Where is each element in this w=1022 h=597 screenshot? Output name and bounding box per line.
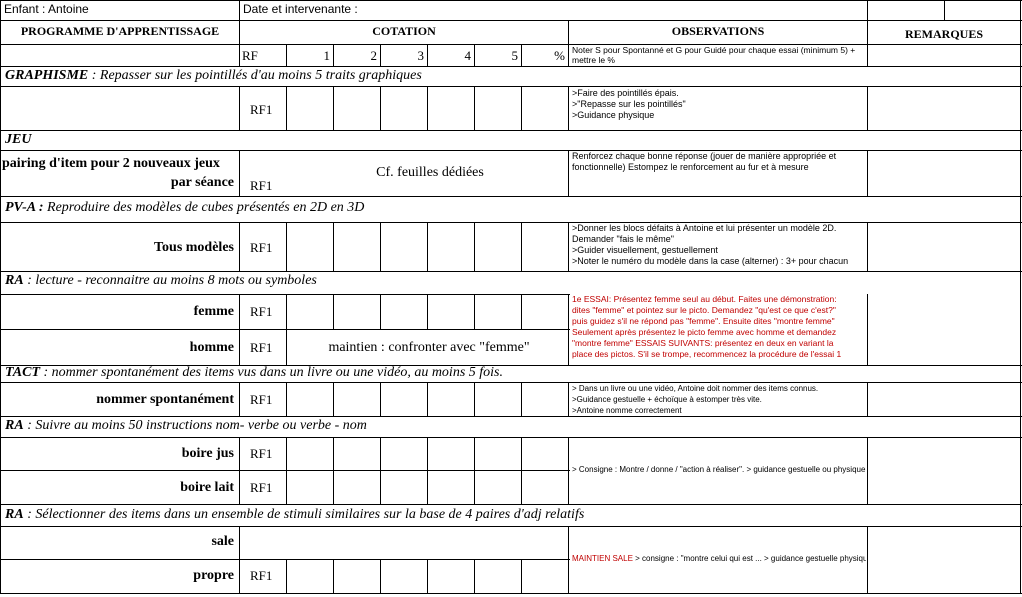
row-label-nommer-spontanement: nommer spontanément bbox=[96, 392, 234, 407]
observation-line: Seulement après présentez le picto femme… bbox=[572, 327, 837, 337]
child-name: Enfant : Antoine bbox=[4, 2, 89, 16]
row-label-propre: propre bbox=[193, 568, 234, 583]
rf-cell: RF1 bbox=[250, 340, 273, 355]
observation-line: > Dans un livre ou une vidéo, Antoine do… bbox=[572, 384, 819, 393]
observation-line: 1e ESSAI: Présentez femme seul au début.… bbox=[572, 294, 837, 304]
section-title: PV-A : bbox=[5, 200, 44, 215]
section-desc: : Suivre au moins 50 instructions nom- v… bbox=[23, 418, 367, 433]
section-pva: PV-A : Reproduire des modèles de cubes p… bbox=[2, 200, 702, 218]
row-label-tous-modeles: Tous modèles bbox=[153, 240, 234, 255]
row-label-boire-jus: boire jus bbox=[181, 446, 234, 461]
section-tact: TACT : nommer spontanément des items vus… bbox=[2, 366, 802, 382]
row-label-boire-lait: boire lait bbox=[180, 480, 234, 495]
rf-cell: RF1 bbox=[250, 392, 273, 407]
section-title: JEU bbox=[5, 132, 32, 147]
row-label-homme: homme bbox=[189, 340, 234, 355]
rf-cell: RF1 bbox=[250, 178, 273, 193]
section-ra-instructions: RA : Suivre au moins 50 instructions nom… bbox=[2, 418, 702, 436]
section-title: RA bbox=[5, 507, 24, 522]
observation-cell: 1e ESSAI: Présentez femme seul au début.… bbox=[570, 294, 866, 364]
header-cotation: COTATION bbox=[372, 24, 436, 38]
section-desc: : Sélectionner des items dans un ensembl… bbox=[23, 507, 585, 522]
header-col-percent: % bbox=[554, 48, 565, 63]
maintien-sale-label: MAINTIEN SALE bbox=[572, 554, 633, 563]
header-remarques: REMARQUES bbox=[904, 27, 983, 41]
maintien-note: maintien : confronter avec "femme" bbox=[328, 340, 530, 355]
section-desc: : nommer spontanément des items vus dans… bbox=[40, 366, 503, 380]
rf-cell: RF1 bbox=[250, 480, 273, 495]
rf-cell: RF1 bbox=[250, 568, 273, 583]
header-col-1: 1 bbox=[323, 48, 331, 63]
rf-cell: RF1 bbox=[250, 446, 273, 461]
header-programme: PROGRAMME D'APPRENTISSAGE bbox=[20, 24, 220, 38]
rf-cell: RF1 bbox=[250, 304, 273, 319]
rf-cell: RF1 bbox=[250, 102, 273, 117]
row-label-sale: sale bbox=[211, 534, 234, 549]
observation-line: >Guidance gestuelle + échoïque à estompe… bbox=[572, 395, 762, 404]
header-col-2: 2 bbox=[370, 48, 378, 63]
row-label-par-seance: par séance bbox=[170, 175, 234, 190]
header-col-3: 3 bbox=[417, 48, 425, 63]
observation-line: >Donner les blocs défaits à Antoine et l… bbox=[572, 223, 837, 233]
observation-line: >Guidance physique bbox=[572, 110, 655, 120]
observation-line: >Antoine nomme correctement bbox=[572, 406, 682, 415]
section-title: RA bbox=[5, 273, 24, 288]
header-obs-note: Noter S pour Spontanné et G pour Guidé p… bbox=[572, 45, 856, 65]
observation-line: Demander "fais le même" bbox=[572, 234, 674, 244]
header-col-4: 4 bbox=[464, 48, 472, 63]
observation-line: "montre femme" ESSAIS SUIVANTS: présente… bbox=[572, 338, 834, 348]
evaluation-sheet: Enfant : Antoine Date et intervenante : … bbox=[0, 0, 1022, 597]
observation-line: place des pictos. S'il se trompe, recomm… bbox=[572, 349, 842, 359]
section-ra-adjectifs: RA : Sélectionner des items dans un ense… bbox=[2, 507, 802, 525]
observation-line: >Faire des pointillés épais. bbox=[572, 88, 679, 98]
observation-cell: >Donner les blocs défaits à Antoine et l… bbox=[570, 223, 866, 271]
observation-text: > consigne : "montre celui qui est ... >… bbox=[632, 554, 866, 563]
section-desc: : lecture - reconnaitre au moins 8 mots … bbox=[23, 273, 317, 288]
section-title: TACT bbox=[5, 366, 41, 380]
section-ra-lecture: RA : lecture - reconnaitre au moins 8 mo… bbox=[2, 273, 702, 291]
observation-cell: MAINTIEN SALE > consigne : "montre celui… bbox=[570, 553, 866, 567]
section-jeu: JEU bbox=[2, 132, 202, 149]
rf-cell: RF1 bbox=[250, 240, 273, 255]
header-col-5: 5 bbox=[511, 48, 519, 63]
date-intervenante-label: Date et intervenante : bbox=[243, 2, 358, 16]
section-graphisme: GRAPHISME : Repasser sur les pointillés … bbox=[2, 68, 702, 85]
section-title: GRAPHISME bbox=[5, 68, 89, 83]
observation-line: dites "femme" et pointez sur le picto. D… bbox=[572, 305, 836, 315]
header-rf: RF bbox=[242, 48, 258, 63]
observation-line: >Noter le numéro du modèle dans la case … bbox=[572, 256, 849, 266]
observation-line: >"Repasse sur les pointillés" bbox=[572, 99, 686, 109]
cf-feuilles-note: Cf. feuilles dédiées bbox=[376, 165, 484, 180]
section-desc: : Repasser sur les pointillés d'au moins… bbox=[88, 68, 422, 83]
observation-cell: > Dans un livre ou une vidéo, Antoine do… bbox=[570, 383, 866, 416]
section-title: RA bbox=[5, 418, 24, 433]
observation-cell: Renforcez chaque bonne réponse (jouer de… bbox=[572, 151, 837, 172]
row-label-femme: femme bbox=[193, 304, 234, 319]
observation-line: puis guidez s'il ne répond pas "femme". … bbox=[572, 316, 835, 326]
header-observations: OBSERVATIONS bbox=[671, 24, 765, 38]
row-label-pairing: pairing d'item pour 2 nouveaux jeux bbox=[2, 156, 220, 171]
observation-cell: > Consigne : Montre / donne / "action à … bbox=[572, 465, 866, 474]
observation-line: >Guider visuellement, gestuellement bbox=[572, 245, 718, 255]
observation-cell: >Faire des pointillés épais. >"Repasse s… bbox=[570, 88, 866, 130]
section-desc: Reproduire des modèles de cubes présenté… bbox=[43, 200, 365, 215]
